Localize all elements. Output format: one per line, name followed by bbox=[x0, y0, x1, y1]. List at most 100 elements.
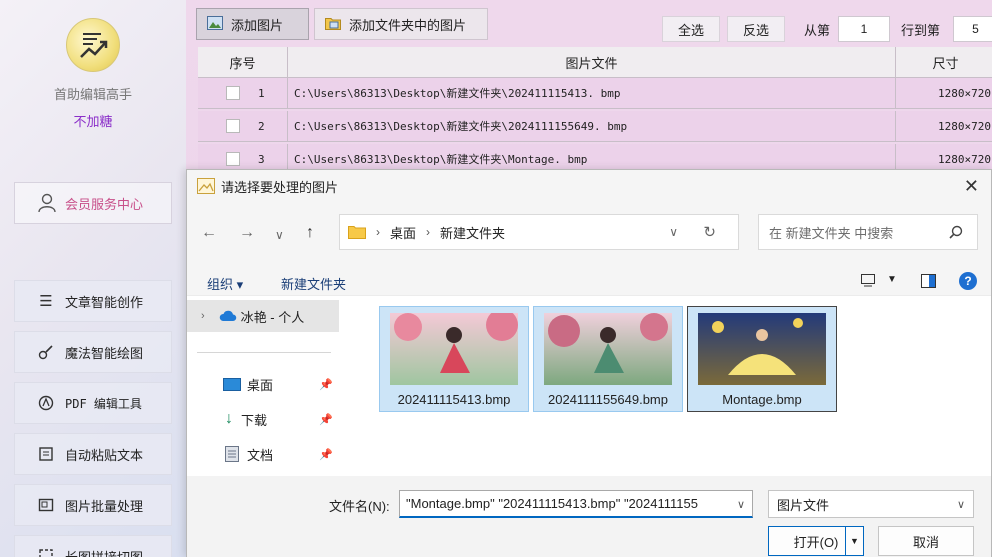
member-center-button[interactable]: 会员服务中心 bbox=[14, 182, 172, 224]
member-center-label: 会员服务中心 bbox=[65, 196, 144, 212]
col-index-header[interactable]: 序号 bbox=[198, 47, 288, 78]
nav-label: 自动粘贴文本 bbox=[65, 447, 144, 463]
nav-desktop[interactable]: 桌面 📌 bbox=[187, 368, 339, 400]
forward-arrow-icon[interactable]: → bbox=[239, 224, 255, 242]
row-checkbox[interactable] bbox=[226, 152, 240, 166]
chart-logo-icon bbox=[80, 33, 108, 58]
row-index: 2 bbox=[258, 119, 265, 133]
file-tile[interactable]: Montage.bmp bbox=[687, 306, 837, 412]
search-input[interactable]: 在 新建文件夹 中搜索 bbox=[758, 214, 978, 250]
close-icon[interactable]: ✕ bbox=[964, 176, 979, 197]
folder-image-icon bbox=[325, 16, 341, 33]
select-all-button[interactable]: 全选 bbox=[662, 16, 720, 42]
nav-auto-paste[interactable]: 自动粘贴文本 bbox=[14, 433, 172, 475]
table-header: 序号 图片文件 尺寸 bbox=[198, 47, 992, 78]
view-dropdown-icon[interactable]: ▼ bbox=[887, 274, 897, 285]
col-file-header[interactable]: 图片文件 bbox=[288, 47, 896, 78]
open-dropdown-icon[interactable]: ▼ bbox=[845, 527, 863, 555]
history-chevron-icon[interactable]: ∨ bbox=[669, 225, 678, 239]
pin-icon[interactable]: 📌 bbox=[319, 378, 333, 391]
sidebar: 首助编辑高手 不加糖 会员服务中心 ☰ 文章智能创作 魔法智能绘图 PDF 编辑… bbox=[0, 0, 186, 557]
open-button[interactable]: 打开(O) ▼ bbox=[768, 526, 864, 556]
address-bar[interactable]: › 桌面 › 新建文件夹 ∨ ↻ bbox=[339, 214, 739, 250]
nav-onedrive[interactable]: › 冰艳 - 个人 bbox=[187, 300, 339, 332]
file-list: 202411115413.bmp 2024111155649.bmp Monta… bbox=[347, 296, 991, 476]
breadcrumb-new-folder[interactable]: 新建文件夹 bbox=[440, 223, 505, 242]
to-row-input[interactable]: 5 bbox=[953, 16, 992, 42]
nav-pdf-tools[interactable]: PDF 编辑工具 bbox=[14, 382, 172, 424]
filename-input[interactable]: "Montage.bmp" "202411115413.bmp" "202411… bbox=[399, 490, 753, 518]
table-row[interactable]: 2 C:\Users\86313\Desktop\新建文件夹\202411115… bbox=[198, 111, 992, 142]
nav-label: 魔法智能绘图 bbox=[65, 345, 144, 361]
row-checkbox[interactable] bbox=[226, 86, 240, 100]
file-tile[interactable]: 2024111155649.bmp bbox=[533, 306, 683, 412]
cloud-icon bbox=[219, 310, 236, 321]
search-placeholder: 在 新建文件夹 中搜索 bbox=[769, 225, 894, 241]
breadcrumb-separator-icon: › bbox=[426, 225, 431, 239]
add-image-button[interactable]: 添加图片 bbox=[196, 8, 309, 40]
dialog-footer: 文件名(N): "Montage.bmp" "202411115413.bmp"… bbox=[187, 476, 991, 557]
to-row-label: 行到第 bbox=[901, 23, 941, 38]
from-row-input[interactable]: 1 bbox=[838, 16, 890, 42]
row-index: 3 bbox=[258, 152, 265, 166]
file-tile[interactable]: 202411115413.bmp bbox=[379, 306, 529, 412]
navigation-pane: › 冰艳 - 个人 桌面 📌 ↓ 下载 📌 文档 📌 bbox=[187, 296, 352, 476]
pin-icon[interactable]: 📌 bbox=[319, 413, 333, 426]
view-icon[interactable] bbox=[861, 274, 875, 287]
nav-magic-draw[interactable]: 魔法智能绘图 bbox=[14, 331, 172, 373]
expand-chevron-icon[interactable]: › bbox=[201, 310, 205, 322]
filename-chevron-icon[interactable]: ∨ bbox=[730, 491, 752, 516]
nav-downloads[interactable]: ↓ 下载 📌 bbox=[187, 403, 339, 435]
add-folder-images-button[interactable]: 添加文件夹中的图片 bbox=[314, 8, 488, 40]
nav-long-image-stitch[interactable]: 长图拼接切图 bbox=[14, 535, 172, 557]
desktop-icon bbox=[223, 377, 241, 391]
filename-value: "Montage.bmp" "202411115413.bmp" "202411… bbox=[406, 496, 698, 511]
row-index: 1 bbox=[258, 86, 265, 100]
breadcrumb-desktop[interactable]: 桌面 bbox=[390, 223, 416, 242]
filetype-select[interactable]: 图片文件 ∨ bbox=[768, 490, 974, 518]
row-path: C:\Users\86313\Desktop\新建文件夹\20241111556… bbox=[288, 111, 896, 142]
filename-label: 文件名(N): bbox=[329, 499, 390, 514]
dialog-titlebar: 请选择要处理的图片 ✕ bbox=[187, 170, 991, 202]
brush-icon bbox=[37, 343, 55, 361]
cancel-button[interactable]: 取消 bbox=[878, 526, 974, 556]
pin-icon[interactable]: 📌 bbox=[319, 448, 333, 461]
user-icon bbox=[38, 193, 56, 213]
invert-selection-button[interactable]: 反选 bbox=[727, 16, 785, 42]
app-subtitle[interactable]: 不加糖 bbox=[0, 111, 186, 130]
app-name: 首助编辑高手 bbox=[53, 87, 132, 102]
image-thumbnail bbox=[544, 313, 672, 385]
refresh-icon[interactable]: ↻ bbox=[703, 223, 716, 241]
file-name: Montage.bmp bbox=[722, 392, 802, 407]
help-icon[interactable]: ? bbox=[959, 272, 977, 290]
image-thumbnail bbox=[698, 313, 826, 385]
back-arrow-icon[interactable]: ← bbox=[201, 224, 217, 242]
preview-pane-icon[interactable] bbox=[921, 274, 936, 288]
document-icon bbox=[225, 446, 239, 462]
organize-menu[interactable]: 组织 ▾ bbox=[207, 274, 243, 293]
recent-chevron-icon[interactable]: ∨ bbox=[275, 228, 284, 242]
image-thumbnail bbox=[390, 313, 518, 385]
nav-article-ai[interactable]: ☰ 文章智能创作 bbox=[14, 280, 172, 322]
add-image-label: 添加图片 bbox=[231, 17, 284, 33]
from-label: 从第 bbox=[804, 23, 831, 38]
list-icon: ☰ bbox=[39, 293, 53, 310]
row-size: 1280×720 bbox=[896, 78, 992, 109]
nav-onedrive-label: 冰艳 - 个人 bbox=[240, 309, 305, 325]
nav-desktop-label: 桌面 bbox=[247, 377, 274, 393]
search-icon bbox=[949, 225, 963, 239]
col-size-header[interactable]: 尺寸 bbox=[896, 47, 992, 78]
nav-divider bbox=[197, 352, 331, 353]
dialog-title: 请选择要处理的图片 bbox=[221, 179, 339, 195]
nav-downloads-label: 下载 bbox=[241, 412, 268, 428]
nav-image-batch[interactable]: 图片批量处理 bbox=[14, 484, 172, 526]
up-arrow-icon[interactable]: ↑ bbox=[306, 224, 314, 242]
nav-documents[interactable]: 文档 📌 bbox=[187, 438, 339, 470]
table-row[interactable]: 1 C:\Users\86313\Desktop\新建文件夹\202411115… bbox=[198, 78, 992, 109]
row-checkbox[interactable] bbox=[226, 119, 240, 133]
image-file-icon bbox=[197, 178, 215, 194]
new-folder-button[interactable]: 新建文件夹 bbox=[281, 274, 346, 293]
file-name: 202411115413.bmp bbox=[397, 392, 511, 407]
pdf-icon bbox=[37, 394, 55, 412]
row-path: C:\Users\86313\Desktop\新建文件夹\20241111541… bbox=[288, 78, 896, 109]
